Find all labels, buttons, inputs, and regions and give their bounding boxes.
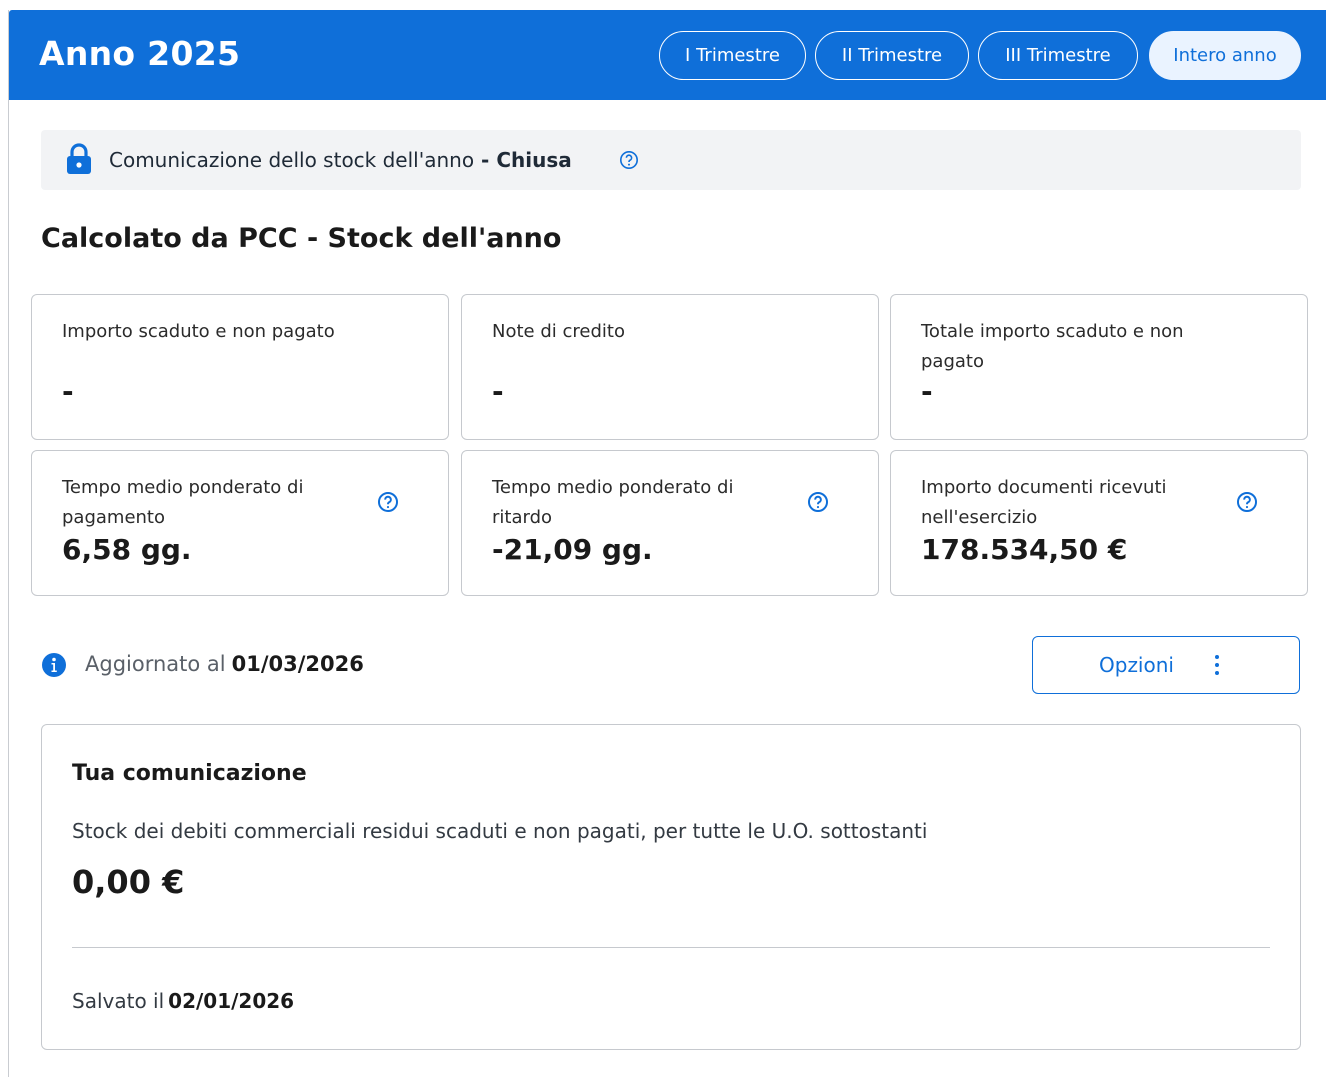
card-value: - — [492, 375, 504, 408]
card-overdue-unpaid: Importo scaduto e non pagato - — [31, 294, 449, 440]
card-credit-notes: Note di credito - — [461, 294, 879, 440]
lock-icon — [67, 143, 91, 174]
card-value: - — [62, 375, 74, 408]
notice-text: Comunicazione dello stock dell'anno - Ch… — [109, 148, 572, 172]
card-value: 6,58 gg. — [62, 533, 192, 566]
notice-label: Comunicazione dello stock dell'anno — [109, 148, 475, 172]
your-communication-box: Tua comunicazione Stock dei debiti comme… — [41, 724, 1301, 1050]
communication-description: Stock dei debiti commerciali residui sca… — [72, 819, 928, 843]
card-avg-payment-time: Tempo medio ponderato di pagamento 6,58 … — [31, 450, 449, 596]
info-icon — [42, 653, 66, 677]
notice-separator: - — [474, 148, 497, 172]
notice-status: Chiusa — [496, 148, 572, 172]
tab-whole-year[interactable]: Intero anno — [1149, 31, 1301, 80]
divider — [72, 947, 1270, 948]
section-title: Calcolato da PCC - Stock dell'anno — [41, 223, 562, 254]
tab-third-quarter[interactable]: III Trimestre — [978, 31, 1138, 80]
card-label: Tempo medio ponderato di ritardo — [492, 477, 734, 528]
card-total-overdue: Totale importo scaduto e non pagato - — [890, 294, 1308, 440]
card-label: Note di credito — [492, 321, 625, 342]
card-avg-delay-time: Tempo medio ponderato di ritardo -21,09 … — [461, 450, 879, 596]
card-label: Importo documenti ricevuti nell'esercizi… — [921, 477, 1167, 528]
saved-date: 02/01/2026 — [168, 989, 295, 1013]
help-icon[interactable] — [1236, 491, 1258, 513]
options-label: Opzioni — [1099, 653, 1174, 677]
card-value: -21,09 gg. — [492, 533, 653, 566]
kebab-menu-icon — [1215, 655, 1219, 675]
communication-title: Tua comunicazione — [72, 761, 307, 786]
saved-label: Salvato il — [72, 989, 165, 1013]
card-value: - — [921, 375, 933, 408]
communication-value: 0,00 € — [72, 863, 185, 901]
year-panel: Anno 2025 I Trimestre II Trimestre III T… — [8, 10, 1326, 1077]
card-label: Tempo medio ponderato di pagamento — [62, 477, 304, 528]
help-icon[interactable] — [807, 491, 829, 513]
updated-date: 01/03/2026 — [231, 652, 364, 676]
tab-second-quarter[interactable]: II Trimestre — [815, 31, 969, 80]
updated-text: Aggiornato al 01/03/2026 — [85, 652, 364, 676]
card-value: 178.534,50 € — [921, 533, 1128, 566]
updated-label: Aggiornato al — [85, 652, 226, 676]
page-title: Anno 2025 — [39, 34, 241, 73]
card-label: Totale importo scaduto e non pagato — [921, 321, 1184, 372]
tab-first-quarter[interactable]: I Trimestre — [659, 31, 806, 80]
help-icon[interactable] — [377, 491, 399, 513]
card-label: Importo scaduto e non pagato — [62, 321, 335, 342]
saved-info: Salvato il 02/01/2026 — [72, 989, 294, 1013]
options-button[interactable]: Opzioni — [1032, 636, 1300, 694]
panel-header: Anno 2025 I Trimestre II Trimestre III T… — [9, 10, 1326, 100]
card-documents-received: Importo documenti ricevuti nell'esercizi… — [890, 450, 1308, 596]
help-icon[interactable] — [619, 150, 639, 170]
stock-status-notice: Comunicazione dello stock dell'anno - Ch… — [41, 130, 1301, 190]
